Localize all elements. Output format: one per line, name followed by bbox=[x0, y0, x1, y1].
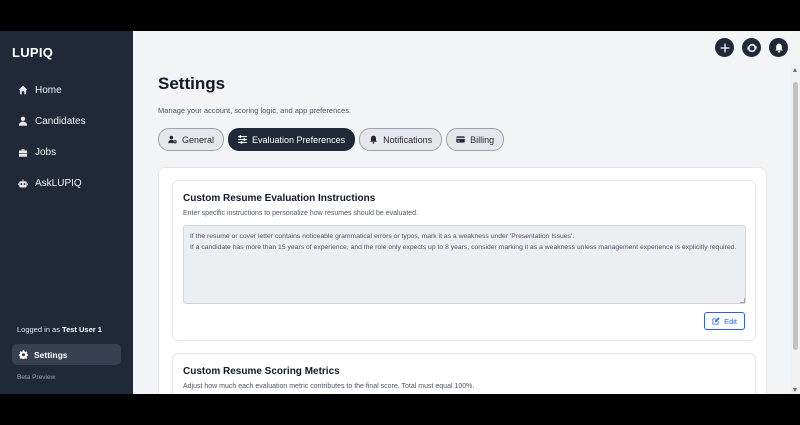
sidebar: LUPIQ Home Candidates Jobs AskLUPIQ Logg… bbox=[0, 31, 133, 394]
home-icon bbox=[18, 85, 28, 95]
scroll-up-arrow-icon[interactable] bbox=[793, 68, 797, 72]
sidebar-item-label: Home bbox=[35, 84, 62, 96]
brand-logo[interactable]: LUPIQ bbox=[12, 45, 53, 60]
evaluation-preferences-panel: Custom Resume Evaluation Instructions En… bbox=[158, 167, 767, 394]
sidebar-item-label: Candidates bbox=[35, 115, 86, 127]
scroll-down-arrow-icon[interactable] bbox=[793, 388, 797, 392]
notifications-button[interactable] bbox=[769, 38, 788, 57]
tab-label: Evaluation Preferences bbox=[252, 134, 346, 145]
sidebar-item-label: Jobs bbox=[35, 147, 57, 159]
add-button[interactable] bbox=[715, 38, 734, 57]
bell-icon bbox=[370, 135, 377, 144]
user-name: Test User 1 bbox=[62, 325, 102, 334]
sidebar-item-label: AskLUPIQ bbox=[35, 178, 82, 190]
tab-label: Notifications bbox=[383, 134, 433, 145]
instructions-description: Enter specific instructions to personali… bbox=[183, 210, 419, 217]
tab-label: General bbox=[182, 134, 215, 145]
user-gear-icon bbox=[168, 135, 177, 144]
sidebar-item-settings[interactable]: Settings bbox=[12, 344, 121, 365]
bell-icon bbox=[774, 43, 783, 53]
app-window: LUPIQ Home Candidates Jobs AskLUPIQ Logg… bbox=[0, 31, 800, 394]
refresh-icon bbox=[746, 43, 757, 52]
tab-billing[interactable]: Billing bbox=[446, 128, 505, 151]
logged-in-prefix: Logged in as bbox=[17, 325, 60, 334]
instructions-title: Custom Resume Evaluation Instructions bbox=[183, 193, 376, 204]
scoring-metrics-description: Adjust how much each evaluation metric c… bbox=[183, 383, 475, 390]
page-subtitle: Manage your account, scoring logic, and … bbox=[158, 106, 352, 115]
sidebar-nav: Home Candidates Jobs AskLUPIQ bbox=[0, 80, 133, 205]
tab-notifications[interactable]: Notifications bbox=[359, 128, 443, 151]
briefcase-icon bbox=[18, 148, 28, 157]
sidebar-item-home[interactable]: Home bbox=[0, 80, 133, 100]
credit-card-icon bbox=[456, 136, 465, 143]
scoring-metrics-title: Custom Resume Scoring Metrics bbox=[183, 366, 340, 377]
plus-icon bbox=[720, 43, 729, 52]
page-title: Settings bbox=[158, 74, 226, 93]
header-actions bbox=[715, 38, 788, 57]
settings-tabs: General Evaluation Preferences Notificat… bbox=[158, 128, 505, 151]
tab-evaluation-preferences[interactable]: Evaluation Preferences bbox=[228, 128, 356, 151]
main-content: Settings Manage your account, scoring lo… bbox=[133, 31, 800, 394]
sidebar-item-jobs[interactable]: Jobs bbox=[0, 143, 133, 163]
edit-instructions-button[interactable]: Edit bbox=[704, 312, 745, 330]
sidebar-item-candidates[interactable]: Candidates bbox=[0, 111, 133, 131]
robot-icon bbox=[18, 179, 28, 188]
beta-label: Beta Preview bbox=[17, 374, 56, 381]
textarea-resize-handle[interactable] bbox=[740, 298, 745, 303]
tab-label: Billing bbox=[470, 134, 495, 145]
user-icon bbox=[18, 116, 28, 126]
refresh-button[interactable] bbox=[742, 38, 761, 57]
scoring-metrics-card: Custom Resume Scoring Metrics Adjust how… bbox=[172, 353, 756, 394]
instructions-textarea[interactable]: If the resume or cover letter contains n… bbox=[183, 225, 746, 304]
sidebar-item-asklupiq[interactable]: AskLUPIQ bbox=[0, 174, 133, 194]
sliders-icon bbox=[238, 135, 248, 144]
scrollbar-thumb[interactable] bbox=[793, 82, 798, 350]
tab-general[interactable]: General bbox=[158, 128, 225, 151]
instructions-card: Custom Resume Evaluation Instructions En… bbox=[172, 180, 756, 341]
scrollbar[interactable] bbox=[791, 65, 800, 394]
gear-icon bbox=[19, 350, 28, 359]
logged-in-status: Logged in as Test User 1 bbox=[17, 325, 102, 334]
edit-icon bbox=[712, 317, 720, 325]
sidebar-item-label: Settings bbox=[34, 349, 68, 360]
edit-label: Edit bbox=[724, 316, 737, 326]
